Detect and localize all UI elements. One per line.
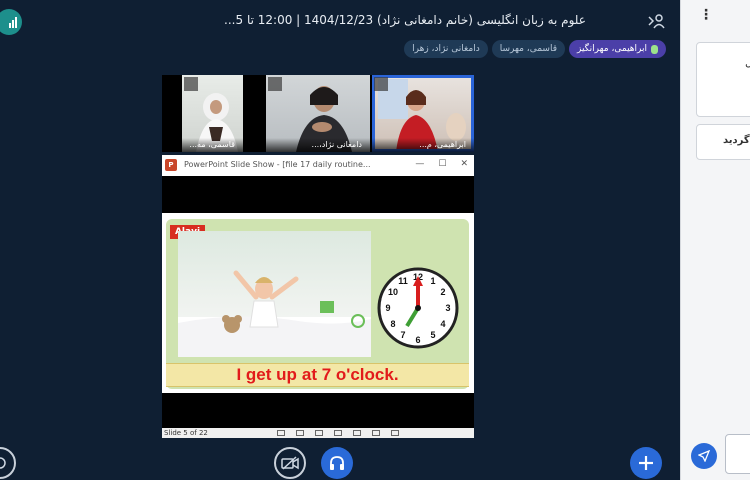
- slide: Alavi: [162, 213, 474, 393]
- svg-text:9: 9: [385, 303, 390, 313]
- ppt-statusbar: Slide 5 of 22: [162, 428, 474, 438]
- slide-sentence: I get up at 7 o'clock.: [166, 363, 469, 387]
- webcam-name: ابراهیمی، م...: [372, 138, 474, 152]
- screenshare-area[interactable]: P PowerPoint Slide Show - [file 17 daily…: [162, 155, 474, 438]
- expand-icon[interactable]: [184, 77, 198, 91]
- sentence-part-2: at 7 o'clock.: [301, 365, 399, 384]
- talking-indicator[interactable]: ابراهیمی، مهرانگیز: [569, 40, 666, 58]
- close-icon[interactable]: ✕: [460, 159, 468, 169]
- pen-icon[interactable]: [296, 430, 304, 436]
- grid-icon[interactable]: [353, 430, 361, 436]
- more-vertical-icon[interactable]: ⋮: [699, 8, 713, 22]
- expand-icon[interactable]: [374, 77, 388, 91]
- webcam-name: قاسمی، مه...: [182, 138, 243, 152]
- talker-name: ابراهیمی، مهرانگیز: [577, 44, 647, 54]
- leave-button[interactable]: [0, 447, 16, 479]
- send-icon: [698, 450, 710, 462]
- video-off-icon: [281, 456, 299, 470]
- svg-text:10: 10: [388, 287, 398, 297]
- headphones-icon: [330, 456, 344, 470]
- card-text-fragment: ل: [745, 56, 750, 69]
- svg-text:6: 6: [415, 335, 420, 345]
- meeting-title: علوم به زبان انگلیسی (خانم دامغانی نژاد)…: [224, 13, 586, 27]
- view-icon[interactable]: [334, 430, 342, 436]
- girl-waking-illustration: [178, 270, 371, 357]
- sentence-part-1: I get up: [236, 365, 297, 384]
- reading-icon[interactable]: [372, 430, 380, 436]
- ppt-status-icons: [277, 430, 399, 436]
- svg-text:7: 7: [400, 330, 405, 340]
- talking-indicators: ابراهیمی، مهرانگیز قاسمی، مهرسا دامغانی …: [404, 40, 666, 58]
- leave-icon: [0, 457, 6, 469]
- talking-indicator[interactable]: دامغانی نژاد، زهرا: [404, 40, 488, 58]
- audio-button[interactable]: [321, 447, 353, 479]
- meeting-area: علوم به زبان انگلیسی (خانم دامغانی نژاد)…: [0, 0, 680, 480]
- powerpoint-titlebar: P PowerPoint Slide Show - [file 17 daily…: [162, 155, 474, 176]
- previous-icon[interactable]: [277, 430, 285, 436]
- user-list-icon: [648, 14, 665, 29]
- expand-icon[interactable]: [268, 77, 282, 91]
- svg-text:3: 3: [445, 303, 450, 313]
- slide-number: Slide 5 of 22: [164, 429, 208, 437]
- card-text-fragment: گردید: [723, 135, 750, 146]
- webcam-tile[interactable]: دامغانی نژاد،...: [266, 75, 370, 152]
- svg-text:2: 2: [440, 287, 445, 297]
- talking-indicator[interactable]: قاسمی، مهرسا: [491, 40, 565, 58]
- talker-name: قاسمی، مهرسا: [499, 44, 557, 54]
- clock-illustration: 1212 345 678 91011: [377, 267, 459, 349]
- send-button[interactable]: [691, 443, 717, 469]
- chat-input[interactable]: [725, 434, 750, 474]
- slideshow-icon[interactable]: [391, 430, 399, 436]
- powerpoint-window-title: PowerPoint Slide Show - [file 17 daily r…: [184, 160, 371, 169]
- svg-text:4: 4: [440, 319, 445, 329]
- svg-text:8: 8: [390, 319, 395, 329]
- svg-text:5: 5: [430, 330, 435, 340]
- talker-name: دامغانی نژاد، زهرا: [412, 44, 480, 54]
- user-list-toggle[interactable]: [644, 11, 668, 31]
- connection-status-button[interactable]: [0, 9, 22, 35]
- slide-photo: [178, 231, 371, 357]
- bar-chart-icon: [9, 16, 17, 28]
- mic-icon: [651, 44, 658, 54]
- minimize-icon[interactable]: —: [415, 159, 424, 169]
- next-icon[interactable]: [315, 430, 323, 436]
- webcam-strip: قاسمی، مه... دامغانی نژاد،... ابراهیمی، …: [162, 75, 474, 152]
- svg-text:1: 1: [430, 276, 435, 286]
- video-toggle-button[interactable]: [274, 447, 306, 479]
- chat-panel-card: ل: [696, 42, 750, 117]
- maximize-icon[interactable]: ☐: [438, 159, 446, 169]
- webcam-tile[interactable]: ابراهیمی، م...: [372, 75, 474, 152]
- plus-icon: [639, 456, 653, 470]
- svg-text:11: 11: [398, 276, 408, 286]
- webcam-tile[interactable]: قاسمی، مه...: [182, 75, 243, 152]
- actions-button[interactable]: [630, 447, 662, 479]
- chat-message-card: گردید: [696, 124, 750, 160]
- chat-sidebar: ⋮ ل گردید: [680, 0, 750, 480]
- powerpoint-icon: P: [165, 159, 177, 171]
- webcam-name: دامغانی نژاد،...: [266, 138, 370, 152]
- window-controls: — ☐ ✕: [415, 159, 468, 169]
